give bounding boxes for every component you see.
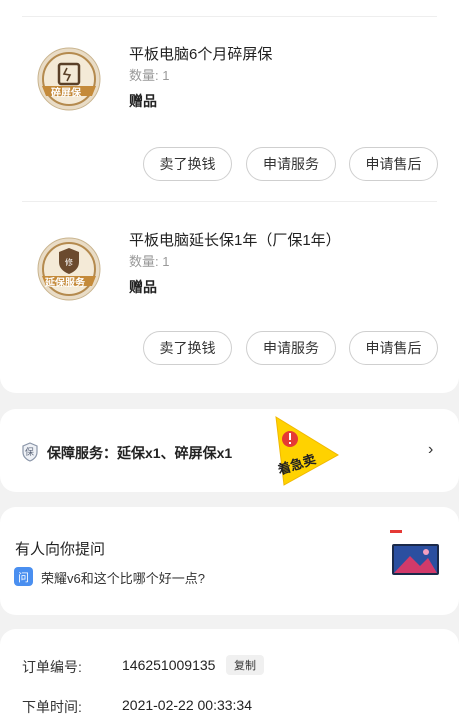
order-info-card: 订单编号: 146251009135 复制 下单时间: 2021-02-22 0… [0, 629, 459, 728]
service-summary-row[interactable]: 保 保障服务：延保x1、碎屏保x1 › [0, 409, 459, 492]
badge-label: 延保服务 [45, 278, 85, 289]
question-icon: 问 [14, 567, 33, 586]
shield-badge-icon: 修 [37, 237, 101, 301]
shield-icon-char: 保 [25, 447, 35, 457]
badge-label: 碎屏保 [51, 88, 81, 99]
order-time-label: 下单时间: [22, 699, 82, 715]
service-summary-text: 保障服务：延保x1、碎屏保x1 [47, 445, 233, 461]
chevron-right-icon: › [428, 441, 434, 458]
gift-label: 赠品 [129, 93, 157, 109]
sell-for-cash-button[interactable]: 卖了换钱 [143, 331, 232, 365]
sell-for-cash-button[interactable]: 卖了换钱 [143, 147, 232, 181]
broken-screen-badge-icon [37, 47, 101, 111]
copy-button[interactable]: 复制 [226, 655, 264, 675]
product-name: 平板电脑延长保1年（厂保1年） [129, 232, 341, 249]
tablet-thumbnail[interactable] [390, 530, 441, 578]
apply-service-button[interactable]: 申请服务 [246, 331, 336, 365]
question-text: 荣耀v6和这个比哪个好一点? [41, 571, 205, 586]
order-time-value: 2021-02-22 00:33:34 [122, 697, 252, 713]
apply-after-sales-button[interactable]: 申请售后 [349, 147, 438, 181]
order-number-value: 146251009135 [122, 657, 216, 673]
apply-service-button[interactable]: 申请服务 [246, 147, 336, 181]
question-title: 有人向你提问 [15, 541, 106, 558]
product-quantity: 数量: 1 [129, 254, 170, 269]
gift-label: 赠品 [129, 279, 157, 295]
order-number-label: 订单编号: [22, 659, 82, 675]
items-card: 碎屏保 平板电脑6个月碎屏保 数量: 1 赠品 卖了换钱 申请服务 申请售后 修… [0, 0, 459, 393]
top-divider [22, 16, 437, 17]
apply-after-sales-button[interactable]: 申请售后 [349, 331, 438, 365]
svg-text:修: 修 [65, 257, 73, 267]
product-quantity: 数量: 1 [129, 68, 170, 83]
product-name: 平板电脑6个月碎屏保 [129, 46, 273, 63]
item-divider [22, 201, 437, 202]
